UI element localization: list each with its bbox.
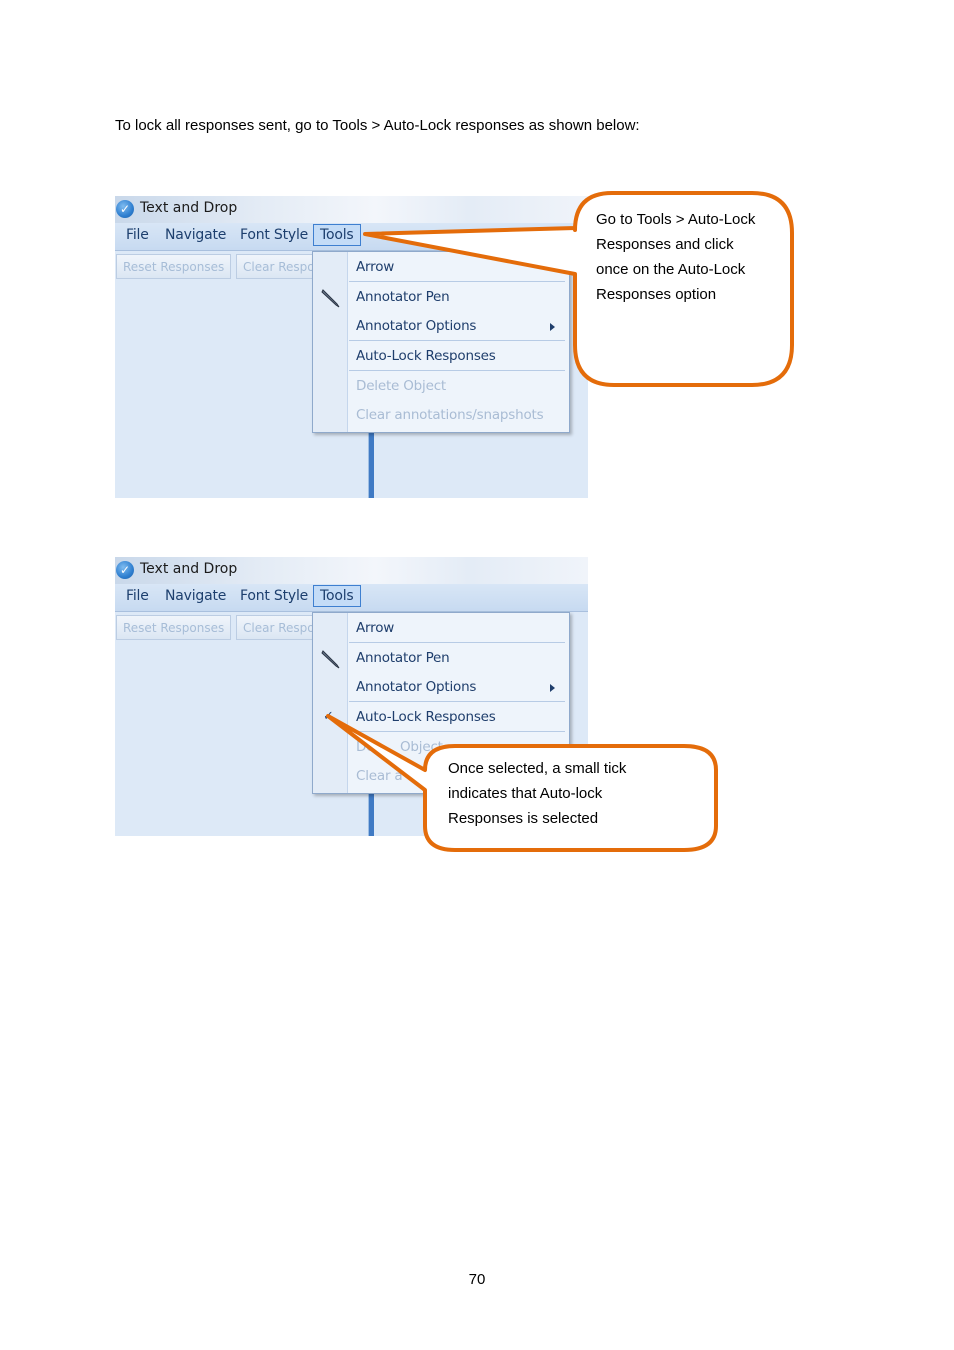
title-bar: ✓ Text and Drop <box>115 196 588 223</box>
reset-responses-button[interactable]: Reset Responses <box>116 615 231 640</box>
submenu-arrow-icon <box>550 684 555 692</box>
callout-1-text: Go to Tools > Auto-Lock Responses and cl… <box>596 211 756 303</box>
menu-bar: File Navigate Font Style Tools <box>115 584 588 612</box>
clear-responses-button[interactable]: Clear Respo <box>236 254 316 279</box>
menu-item-annotator-options[interactable]: Annotator Options <box>356 318 476 334</box>
menu-item-clear-annotations-fragment: Clear a <box>356 768 403 784</box>
menu-font-style[interactable]: Font Style <box>240 588 308 604</box>
pen-icon <box>321 650 340 669</box>
menu-navigate[interactable]: Navigate <box>165 227 226 243</box>
menu-item-clear-annotations: Clear annotations/snapshots <box>356 407 544 423</box>
menu-tools[interactable]: Tools <box>313 224 361 246</box>
callout-2-text: Once selected, a small tick indicates th… <box>448 760 627 827</box>
menu-item-annotator-options[interactable]: Annotator Options <box>356 679 476 695</box>
divider-line <box>368 426 374 498</box>
menu-font-style[interactable]: Font Style <box>240 227 308 243</box>
intro-paragraph: To lock all responses sent, go to Tools … <box>115 117 640 134</box>
check-tick-icon: ✓ <box>323 708 334 723</box>
menu-file[interactable]: File <box>126 588 149 604</box>
reset-responses-button[interactable]: Reset Responses <box>116 254 231 279</box>
menu-item-arrow[interactable]: Arrow <box>356 259 394 275</box>
menu-tools[interactable]: Tools <box>313 585 361 607</box>
menu-item-delete-object-fragment: De <box>356 739 375 755</box>
page-number: 70 <box>468 1271 486 1288</box>
window-title: Text and Drop <box>140 561 238 577</box>
menu-item-annotator-pen[interactable]: Annotator Pen <box>356 650 450 666</box>
pen-icon <box>321 289 340 308</box>
submenu-arrow-icon <box>550 323 555 331</box>
menu-item-arrow[interactable]: Arrow <box>356 620 394 636</box>
menu-navigate[interactable]: Navigate <box>165 588 226 604</box>
menu-item-delete-object: Delete Object <box>356 378 447 394</box>
menu-item-auto-lock-responses[interactable]: Auto-Lock Responses <box>356 348 496 364</box>
title-bar: ✓ Text and Drop <box>115 557 588 584</box>
menu-file[interactable]: File <box>126 227 149 243</box>
menu-item-annotator-pen[interactable]: Annotator Pen <box>356 289 450 305</box>
tools-dropdown: Arrow Annotator Pen Annotator Options Au… <box>312 251 570 433</box>
app-check-icon: ✓ <box>116 561 134 579</box>
menu-item-delete-object-fragment-2: Object <box>400 739 443 755</box>
screenshot-1: ✓ Text and Drop File Navigate Font Style… <box>115 196 588 498</box>
clear-responses-button[interactable]: Clear Respo <box>236 615 316 640</box>
menu-item-auto-lock-responses[interactable]: Auto-Lock Responses <box>356 709 496 725</box>
app-check-icon: ✓ <box>116 200 134 218</box>
divider-line <box>368 787 374 836</box>
window-title: Text and Drop <box>140 200 238 216</box>
menu-bar: File Navigate Font Style Tools <box>115 223 588 251</box>
